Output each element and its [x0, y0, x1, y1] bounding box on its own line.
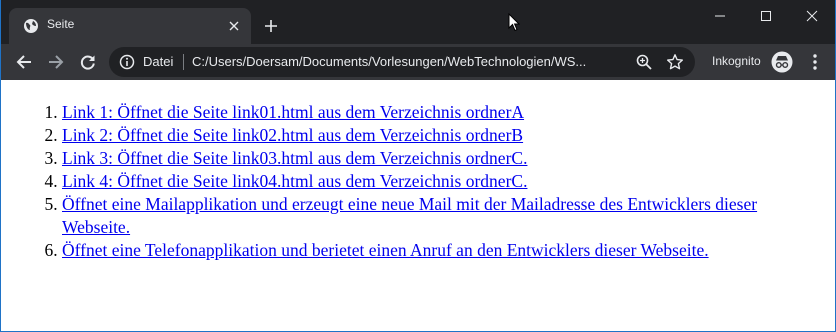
list-item: Link 3: Öffnet die Seite link03.html aus… — [62, 147, 821, 170]
browser-tab[interactable]: Seite — [9, 8, 251, 44]
url-text[interactable]: C:/Users/Doersam/Documents/Vorlesungen/W… — [192, 54, 630, 69]
incognito-label: Inkognito — [712, 54, 761, 68]
list-item: Link 4: Öffnet die Seite link04.html aus… — [62, 170, 821, 193]
link-item[interactable]: Link 1: Öffnet die Seite link01.html aus… — [62, 102, 524, 122]
minimize-icon[interactable] — [697, 0, 743, 32]
globe-icon — [23, 18, 39, 34]
arrow-right-icon[interactable] — [43, 49, 69, 75]
window-close-icon[interactable] — [789, 0, 835, 32]
link-item[interactable]: Link 3: Öffnet die Seite link03.html aus… — [62, 148, 527, 168]
list-item: Öffnet eine Mailapplikation und erzeugt … — [62, 193, 821, 239]
mouse-cursor-icon — [508, 12, 521, 37]
tab-title: Seite — [47, 17, 75, 31]
mail-link[interactable]: Öffnet eine Mailapplikation und erzeugt … — [62, 194, 757, 237]
browser-window: Seite Datei C:/Users/Doersam/Documents/V… — [0, 0, 836, 332]
list-item: Link 2: Öffnet die Seite link02.html aus… — [62, 124, 821, 147]
arrow-left-icon[interactable] — [11, 49, 37, 75]
list-item: Link 1: Öffnet die Seite link01.html aus… — [62, 101, 821, 124]
omnibox-divider — [183, 54, 184, 70]
close-icon[interactable] — [225, 17, 243, 35]
zoom-icon[interactable] — [635, 53, 653, 71]
link-item[interactable]: Link 4: Öffnet die Seite link04.html aus… — [62, 171, 527, 191]
address-bar[interactable]: Datei C:/Users/Doersam/Documents/Vorlesu… — [109, 47, 695, 77]
more-menu-icon[interactable] — [805, 52, 825, 72]
link-list: Link 1: Öffnet die Seite link01.html aus… — [1, 101, 821, 262]
star-icon[interactable] — [666, 53, 684, 71]
link-item[interactable]: Link 2: Öffnet die Seite link02.html aus… — [62, 125, 523, 145]
page-content: Link 1: Öffnet die Seite link01.html aus… — [1, 80, 835, 331]
reload-icon[interactable] — [75, 49, 101, 75]
phone-link[interactable]: Öffnet eine Telefonapplikation und berie… — [62, 240, 709, 260]
maximize-icon[interactable] — [743, 0, 789, 32]
browser-toolbar: Datei C:/Users/Doersam/Documents/Vorlesu… — [1, 44, 835, 80]
scheme-label: Datei — [143, 54, 174, 69]
plus-icon[interactable] — [259, 14, 283, 38]
title-bar: Seite — [1, 0, 835, 44]
incognito-icon[interactable] — [771, 51, 793, 73]
info-icon[interactable] — [119, 54, 135, 70]
list-item: Öffnet eine Telefonapplikation und berie… — [62, 239, 821, 262]
